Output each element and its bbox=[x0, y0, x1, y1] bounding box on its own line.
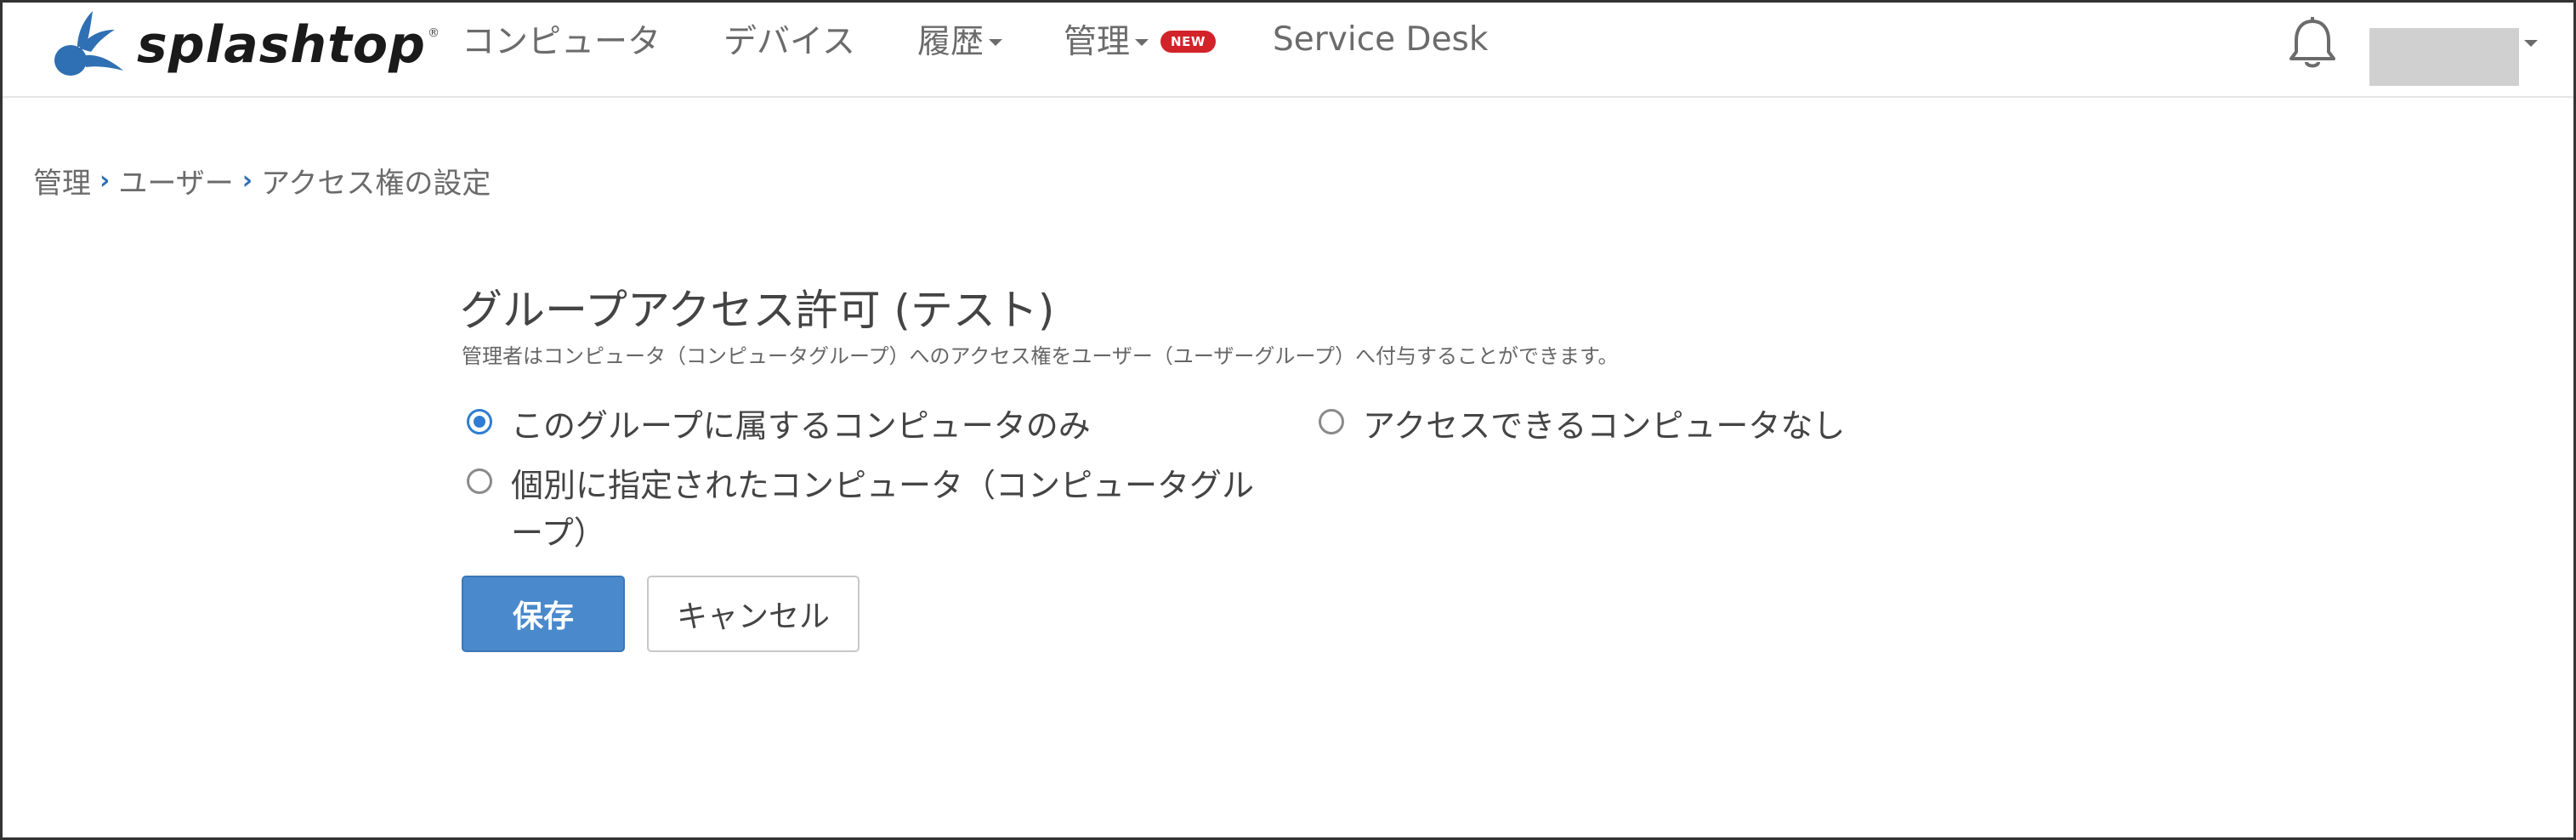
radio-option-label-line1: 個別に指定されたコンピュータ（コンピュータグル bbox=[511, 467, 1255, 504]
nav-item-label: 管理 bbox=[1064, 23, 1131, 61]
user-account-avatar[interactable] bbox=[2369, 28, 2519, 86]
bell-icon[interactable] bbox=[2288, 16, 2337, 72]
radio-button-checked[interactable] bbox=[467, 409, 492, 434]
nav-item-service-desk[interactable]: Service Desk bbox=[1273, 16, 1488, 62]
radio-option-label: アクセスできるコンピュータなし bbox=[1363, 407, 1846, 445]
chevron-down-icon bbox=[989, 39, 1003, 46]
trademark-mark: ® bbox=[428, 26, 440, 40]
radio-option-label: このグループに属するコンピュータのみ bbox=[511, 407, 1091, 445]
app-window: splashtop ® コンピュータ デバイス 履歴 管理 NEW Servic… bbox=[0, 0, 2576, 840]
breadcrumb-separator-icon: › bbox=[241, 165, 253, 196]
nav-item-devices[interactable]: デバイス bbox=[723, 16, 855, 62]
page-description: 管理者はコンピュータ（コンピュータグループ）へのアクセス権をユーザー（ユーザーグ… bbox=[462, 344, 1619, 368]
nav-item-management[interactable]: 管理 NEW bbox=[1064, 16, 1216, 62]
radio-button[interactable] bbox=[1319, 409, 1344, 434]
nav-item-label: 履歴 bbox=[917, 23, 984, 61]
radio-option-label: 個別に指定されたコンピュータ（コンピュータグル ープ） bbox=[511, 462, 1254, 557]
save-button[interactable]: 保存 bbox=[462, 576, 625, 652]
cancel-button[interactable]: キャンセル bbox=[647, 576, 860, 652]
brand-name: splashtop bbox=[137, 15, 426, 75]
radio-option-individually-specified[interactable]: 個別に指定されたコンピュータ（コンピュータグル ープ） bbox=[467, 462, 1254, 557]
breadcrumb-separator-icon: › bbox=[99, 165, 111, 196]
splashtop-logo-icon bbox=[54, 11, 123, 76]
new-badge: NEW bbox=[1160, 31, 1216, 53]
radio-option-group-computers-only[interactable]: このグループに属するコンピュータのみ bbox=[467, 402, 1091, 450]
chevron-down-icon[interactable] bbox=[2524, 40, 2538, 47]
chevron-down-icon bbox=[1135, 39, 1149, 46]
radio-button[interactable] bbox=[467, 468, 492, 494]
breadcrumb-users[interactable]: ユーザー bbox=[118, 160, 233, 201]
page-title: グループアクセス許可 (テスト) bbox=[460, 286, 1055, 335]
breadcrumb-management[interactable]: 管理 bbox=[33, 160, 91, 201]
nav-item-label: デバイス bbox=[723, 23, 855, 61]
nav-item-computers[interactable]: コンピュータ bbox=[462, 16, 661, 62]
nav-item-label: Service Desk bbox=[1273, 20, 1489, 59]
nav-item-label: コンピュータ bbox=[462, 23, 661, 61]
splashtop-logo[interactable]: splashtop ® bbox=[47, 4, 440, 86]
radio-option-label-line2: ープ） bbox=[511, 514, 606, 552]
breadcrumb-current-page: アクセス権の設定 bbox=[261, 166, 491, 201]
breadcrumb: 管理 › ユーザー › アクセス権の設定 bbox=[33, 159, 491, 201]
nav-item-history[interactable]: 履歴 bbox=[917, 16, 1003, 62]
radio-option-no-computers[interactable]: アクセスできるコンピュータなし bbox=[1319, 402, 1845, 450]
top-navigation-bar: splashtop ® コンピュータ デバイス 履歴 管理 NEW Servic… bbox=[3, 3, 2573, 98]
